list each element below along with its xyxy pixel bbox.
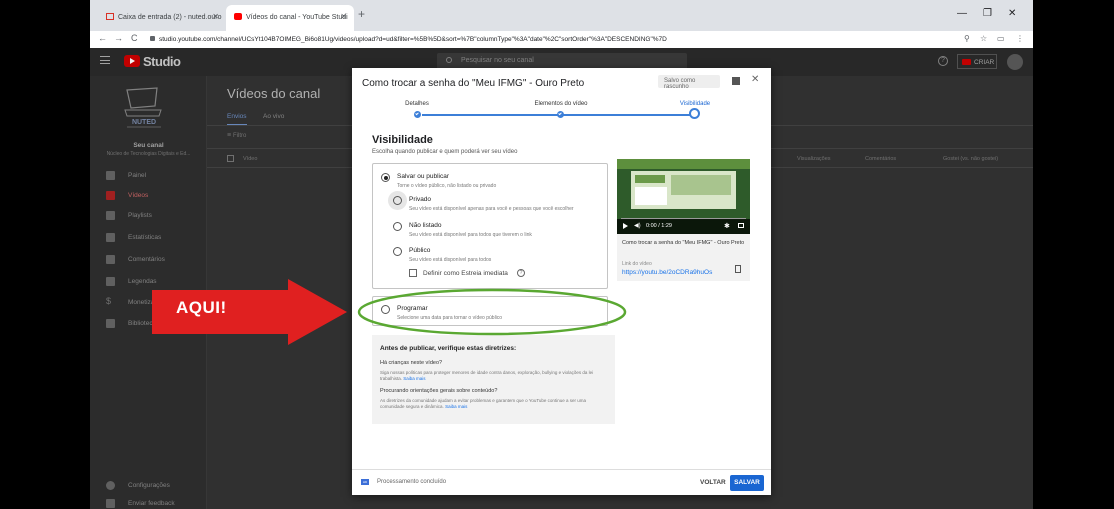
fullscreen-icon[interactable] xyxy=(738,223,744,228)
video-time: 0:00 / 1:29 xyxy=(646,223,672,229)
dialog-footer: HD Processamento concluído VOLTAR SALVAR xyxy=(352,469,771,495)
close-tab-icon[interactable]: ✕ xyxy=(212,12,219,21)
tab-youtube-studio[interactable]: Vídeos do canal - YouTube Studi ✕ xyxy=(226,5,354,31)
step-details-label[interactable]: Detalhes xyxy=(372,101,462,107)
close-window-icon[interactable]: ✕ xyxy=(1008,8,1016,19)
menu-dots-icon[interactable]: ⋮ xyxy=(1016,34,1024,43)
back-arrow-icon[interactable]: ← xyxy=(98,33,107,43)
premiere-label: Definir como Estreia imediata xyxy=(423,270,508,277)
minimize-icon[interactable]: — xyxy=(957,8,967,19)
star-icon[interactable]: ☆ xyxy=(980,34,987,43)
privado-radio[interactable] xyxy=(393,196,402,205)
visibility-subheading: Escolha quando publicar e quem poderá ve… xyxy=(372,149,518,155)
tab-gmail[interactable]: Caixa de entrada (2) - nuted.ouro ✕ xyxy=(98,5,226,31)
step-visibility-label[interactable]: Visibilidade xyxy=(650,101,740,107)
youtube-icon xyxy=(234,13,242,20)
step-details-dot[interactable] xyxy=(414,111,421,118)
tab-label: Caixa de entrada (2) - nuted.ouro xyxy=(118,14,222,21)
forward-arrow-icon[interactable]: → xyxy=(114,33,123,43)
gmail-icon xyxy=(106,13,114,20)
tab-strip: Caixa de entrada (2) - nuted.ouro ✕ Víde… xyxy=(90,0,1033,31)
step-visibility-ring[interactable] xyxy=(689,108,700,119)
video-title: Como trocar a senha do "Meu IFMG" - Ouro… xyxy=(622,240,745,246)
save-publish-desc: Torne o vídeo público, não listado ou pr… xyxy=(397,183,497,189)
schedule-label: Programar xyxy=(397,305,428,312)
extension-icon[interactable]: ▭ xyxy=(997,34,1005,43)
guidelines-heading: Antes de publicar, verifique estas diret… xyxy=(380,345,517,352)
learn-more-link[interactable]: Saiba mais xyxy=(445,404,467,409)
volume-icon[interactable]: ◀) xyxy=(634,222,641,229)
copy-icon[interactable] xyxy=(735,265,741,273)
close-icon[interactable]: ✕ xyxy=(751,74,759,85)
processing-status: Processamento concluído xyxy=(377,479,447,485)
progress-bar[interactable] xyxy=(621,218,746,219)
url-text: studio.youtube.com/channel/UCsYt104B7OIM… xyxy=(159,36,667,43)
guideline-text-content: As diretrizes da comunidade ajudam a evi… xyxy=(380,398,586,409)
play-icon[interactable] xyxy=(623,223,628,229)
guideline-question-content: Procurando orientações gerais sobre cont… xyxy=(380,388,498,394)
nao-listado-radio[interactable] xyxy=(393,222,402,231)
close-tab-icon[interactable]: ✕ xyxy=(340,12,347,21)
step-elements-dot[interactable] xyxy=(557,111,564,118)
schedule-desc: Selecione uma data para tornar o vídeo p… xyxy=(397,315,503,321)
video-link[interactable]: https://youtu.be/2oCDRa9huOs xyxy=(622,269,712,276)
publico-radio[interactable] xyxy=(393,247,402,256)
video-link-label: Link do vídeo xyxy=(622,261,652,267)
step-elements-label[interactable]: Elementos do vídeo xyxy=(516,101,606,107)
info-icon[interactable]: ? xyxy=(517,269,525,277)
publico-label: Público xyxy=(409,247,431,254)
learn-more-link[interactable]: Saiba mais xyxy=(403,376,425,381)
privado-label: Privado xyxy=(409,196,432,203)
save-publish-label: Salvar ou publicar xyxy=(397,173,450,180)
screen: Caixa de entrada (2) - nuted.ouro ✕ Víde… xyxy=(0,0,1114,509)
upload-dialog: Como trocar a senha do "Meu IFMG" - Ouro… xyxy=(352,68,771,495)
aqui-label: AQUI! xyxy=(176,298,227,317)
browser-window: Caixa de entrada (2) - nuted.ouro ✕ Víde… xyxy=(90,0,1033,509)
guideline-text-children: Siga nossas políticas para proteger meno… xyxy=(380,370,594,381)
new-tab-button[interactable]: + xyxy=(358,7,365,21)
restore-icon[interactable]: ❐ xyxy=(983,8,992,19)
video-player[interactable]: ◀) 0:00 / 1:29 ✱ xyxy=(617,159,750,234)
video-preview-card: ◀) 0:00 / 1:29 ✱ Como trocar a senha do … xyxy=(617,159,750,281)
back-button[interactable]: VOLTAR xyxy=(700,479,726,486)
check-icon xyxy=(558,111,562,116)
reload-icon[interactable]: C xyxy=(131,33,138,43)
check-icon xyxy=(415,111,419,116)
schedule-radio[interactable] xyxy=(381,305,390,314)
premiere-checkbox[interactable] xyxy=(409,269,417,277)
feedback-icon[interactable] xyxy=(732,77,740,85)
schedule-box[interactable]: Programar Selecione uma data para tornar… xyxy=(372,296,608,326)
browser-toolbar: ← → C studio.youtube.com/channel/UCsYt10… xyxy=(90,31,1033,48)
nao-listado-label: Não listado xyxy=(409,222,442,229)
guidelines-panel: Antes de publicar, verifique estas diret… xyxy=(372,335,615,424)
zoom-icon[interactable]: ⚲ xyxy=(964,34,970,43)
save-button[interactable]: SALVAR xyxy=(730,475,764,491)
guideline-question-children: Há crianças neste vídeo? xyxy=(380,360,443,366)
publico-desc: Seu vídeo está disponível para todos xyxy=(409,257,492,263)
gear-icon[interactable]: ✱ xyxy=(724,222,730,230)
nao-listado-desc: Seu vídeo está disponível para todos que… xyxy=(409,232,532,238)
visibility-heading: Visibilidade xyxy=(372,134,433,146)
save-publish-radio[interactable] xyxy=(381,173,390,182)
draft-status-badge: Salvo como rascunho xyxy=(658,75,720,90)
address-bar[interactable]: studio.youtube.com/channel/UCsYt104B7OIM… xyxy=(150,33,950,46)
hd-badge: HD xyxy=(361,479,369,485)
privado-desc: Seu vídeo está disponível apenas para vo… xyxy=(409,206,574,212)
dialog-title: Como trocar a senha do "Meu IFMG" - Ouro… xyxy=(362,78,585,89)
tab-label: Vídeos do canal - YouTube Studi xyxy=(246,14,348,21)
lock-icon xyxy=(150,36,155,41)
save-publish-box: Salvar ou publicar Torne o vídeo público… xyxy=(372,163,608,289)
